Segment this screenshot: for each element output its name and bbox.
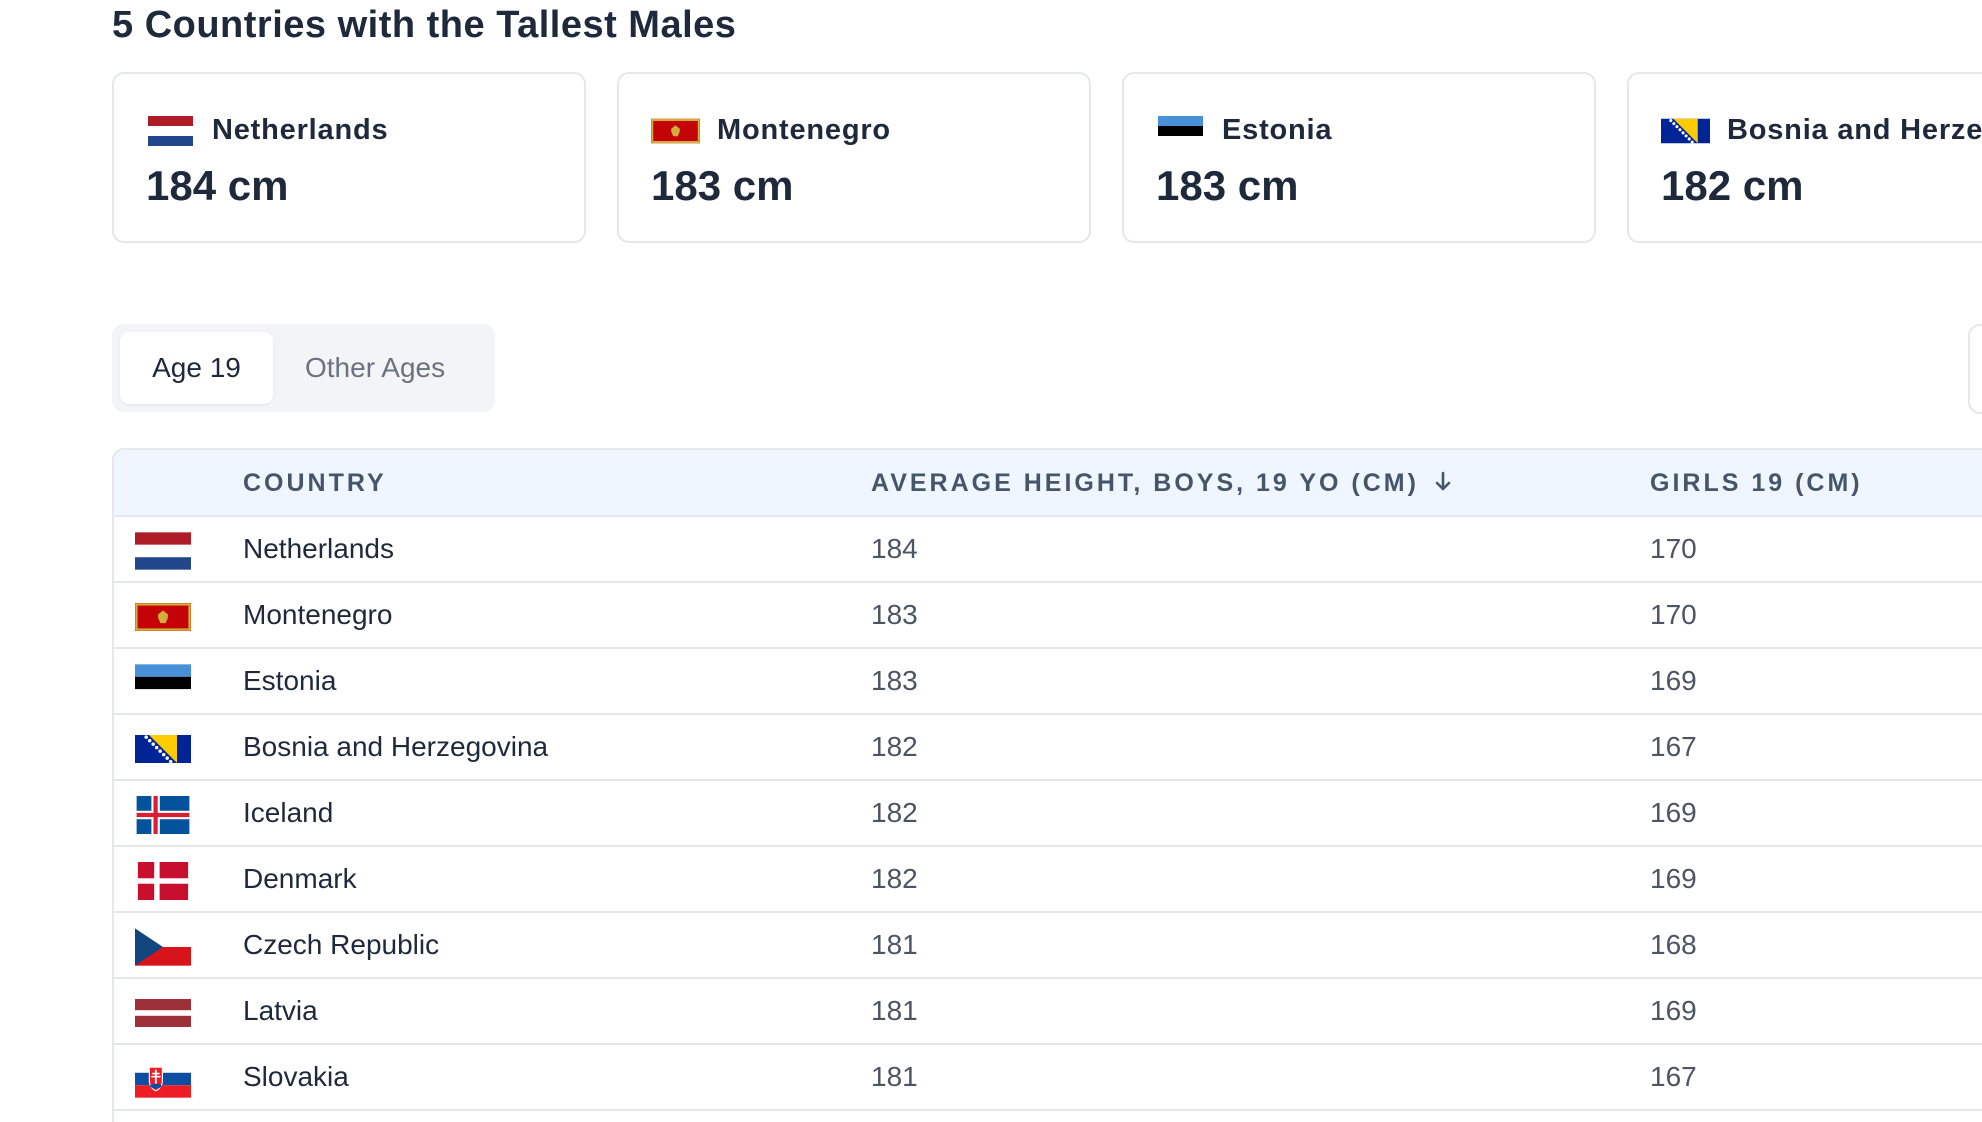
cell-boys-height: 183 (871, 599, 918, 630)
netherlands-flag-icon (146, 116, 195, 146)
table-row[interactable]: Latvia 181 169 (114, 979, 1982, 1045)
montenegro-flag-icon (651, 116, 700, 146)
cell-boys-height: 181 (871, 995, 918, 1026)
heights-table: COUNTRY AVERAGE HEIGHT, BOYS, 19 YO (CM)… (112, 448, 1982, 1122)
denmark-flag-icon (135, 862, 191, 900)
montenegro-flag-icon (135, 598, 191, 636)
estonia-flag-icon (1156, 116, 1205, 146)
country-card[interactable]: Bosnia and Herzegovina 182 cm (1627, 72, 1982, 243)
table-row[interactable]: Bosnia and Herzegovina 182 167 (114, 715, 1982, 781)
column-header-country[interactable]: COUNTRY (243, 450, 387, 517)
card-country-name: Netherlands (212, 114, 389, 146)
cell-boys-height: 182 (871, 731, 918, 762)
cell-girls-height: 167 (1650, 1061, 1697, 1092)
cell-boys-height: 181 (871, 929, 918, 960)
card-country-name: Montenegro (717, 114, 891, 146)
cell-country: Netherlands (243, 533, 394, 564)
column-header-boys-height[interactable]: AVERAGE HEIGHT, BOYS, 19 YO (CM) (871, 450, 1451, 517)
cell-boys-height: 182 (871, 863, 918, 894)
tab-age-19[interactable]: Age 19 (120, 332, 273, 404)
table-row[interactable]: Netherlands 184 170 (114, 517, 1982, 583)
cell-girls-height: 169 (1650, 797, 1697, 828)
table-row[interactable]: Denmark 182 169 (114, 847, 1982, 913)
card-height-value: 183 cm (1156, 162, 1299, 209)
cell-boys-height: 183 (871, 665, 918, 696)
card-height-value: 182 cm (1661, 162, 1804, 209)
czech-flag-icon (135, 928, 191, 966)
estonia-flag-icon (135, 664, 191, 702)
country-card[interactable]: Estonia 183 cm (1122, 72, 1596, 243)
cell-girls-height: 170 (1650, 599, 1697, 630)
cell-country: Denmark (243, 863, 357, 894)
table-row[interactable]: Montenegro 183 170 (114, 583, 1982, 649)
bosnia-flag-icon (1661, 116, 1710, 146)
cell-girls-height: 167 (1650, 731, 1697, 762)
cell-boys-height: 184 (871, 533, 918, 564)
cell-girls-height: 169 (1650, 995, 1697, 1026)
cell-country: Montenegro (243, 599, 393, 630)
table-options-control[interactable] (1968, 324, 1982, 414)
cell-girls-height: 169 (1650, 863, 1697, 894)
cell-country: Bosnia and Herzegovina (243, 731, 549, 762)
table-row[interactable]: Czech Republic 181 168 (114, 913, 1982, 979)
top-countries-cards: Netherlands 184 cm Montenegro 183 cm Est… (112, 72, 1982, 244)
table-header: COUNTRY AVERAGE HEIGHT, BOYS, 19 YO (CM)… (114, 450, 1982, 517)
table-row[interactable]: Iceland 182 169 (114, 781, 1982, 847)
card-height-value: 183 cm (651, 162, 794, 209)
card-height-value: 184 cm (146, 162, 289, 209)
table-row[interactable]: Slovakia 181 167 (114, 1045, 1982, 1111)
card-country-name: Estonia (1222, 114, 1333, 146)
country-card[interactable]: Montenegro 183 cm (617, 72, 1091, 243)
cell-boys-height: 182 (871, 797, 918, 828)
cell-country: Estonia (243, 665, 337, 696)
column-header-boys-label: AVERAGE HEIGHT, BOYS, 19 YO (CM) (871, 469, 1419, 497)
iceland-flag-icon (135, 796, 191, 834)
tab-other-ages[interactable]: Other Ages (305, 332, 445, 404)
column-header-girls-height[interactable]: GIRLS 19 (CM) (1650, 450, 1863, 517)
card-country-name: Bosnia and Herzegovina (1727, 114, 1982, 146)
cell-country: Iceland (243, 797, 334, 828)
bosnia-flag-icon (135, 730, 191, 768)
cell-country: Latvia (243, 995, 318, 1026)
latvia-flag-icon (135, 994, 191, 1032)
cell-country: Czech Republic (243, 929, 440, 960)
cell-girls-height: 168 (1650, 929, 1697, 960)
cell-girls-height: 170 (1650, 533, 1697, 564)
arrow-down-icon (1435, 472, 1451, 491)
cell-country: Slovakia (243, 1061, 349, 1092)
netherlands-flag-icon (135, 532, 191, 570)
slovakia-flag-icon (135, 1060, 191, 1098)
page-title: 5 Countries with the Tallest Males (112, 4, 737, 46)
age-tabs: Age 19 Other Ages (112, 324, 495, 412)
table-row[interactable]: Estonia 183 169 (114, 649, 1982, 715)
cell-boys-height: 181 (871, 1061, 918, 1092)
country-card[interactable]: Netherlands 184 cm (112, 72, 586, 243)
cell-girls-height: 169 (1650, 665, 1697, 696)
